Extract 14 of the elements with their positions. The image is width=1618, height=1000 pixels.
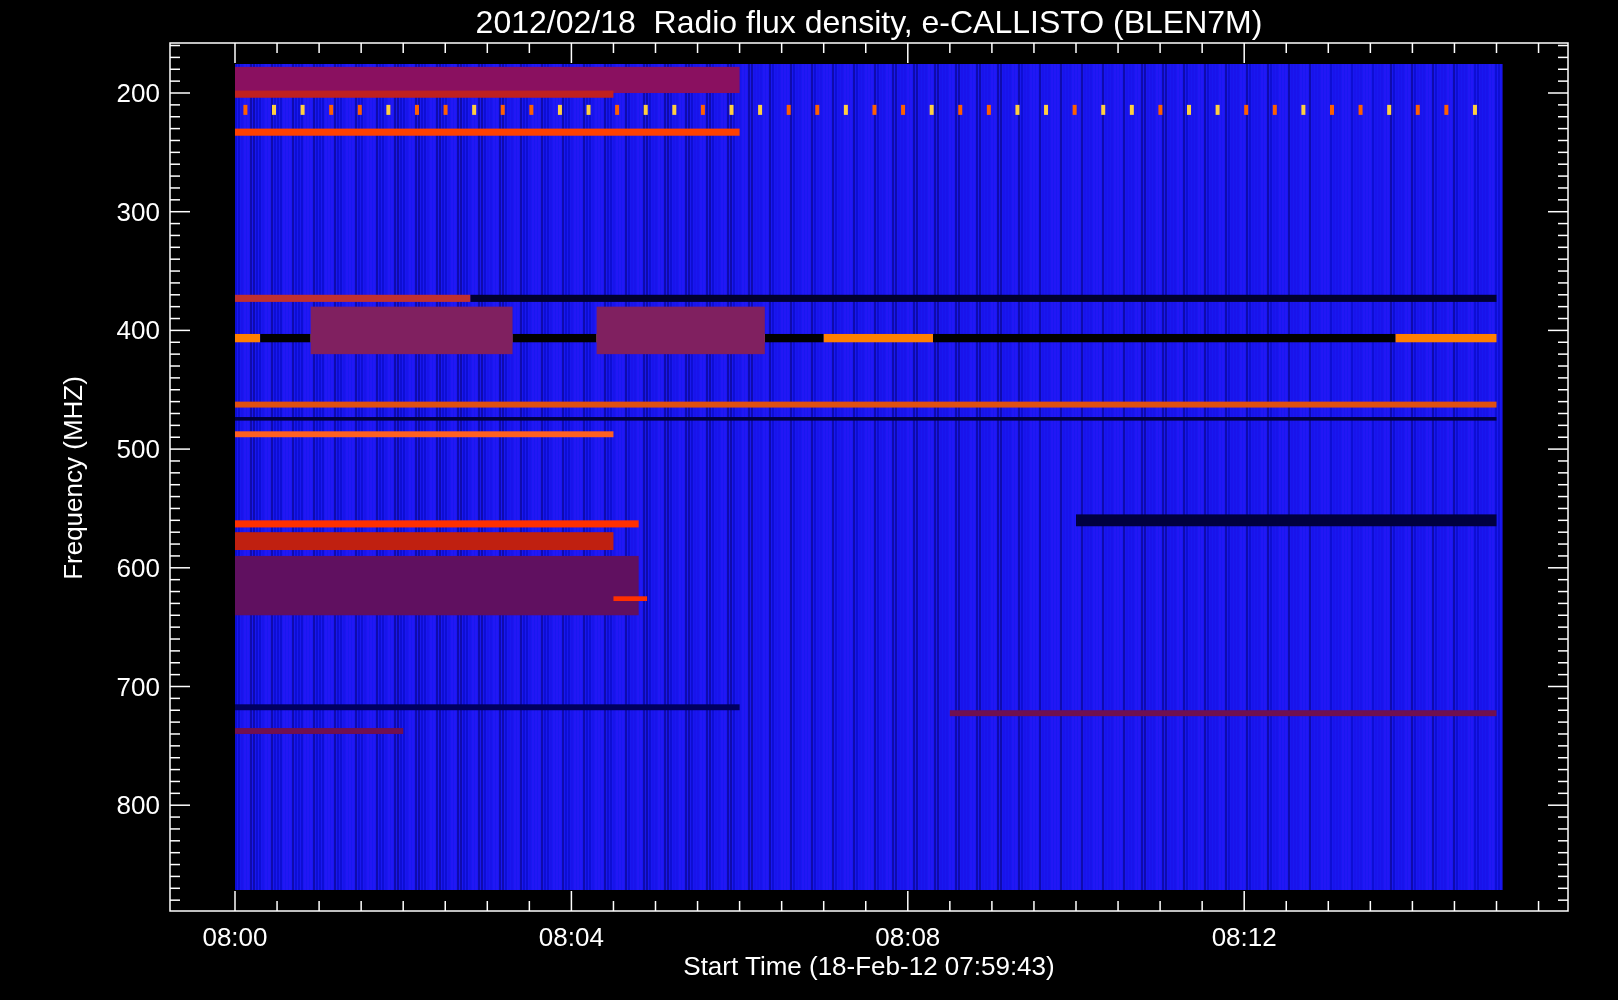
y-tick-label: 200 — [116, 78, 160, 108]
y-tick-label: 400 — [116, 315, 160, 346]
y-tick-label: 600 — [116, 552, 160, 583]
y-tick-label: 800 — [116, 790, 160, 821]
x-tick-label: 08:08 — [875, 922, 941, 952]
y-tick-label: 500 — [116, 434, 160, 465]
y-tick-label: 700 — [116, 671, 160, 702]
x-tick-label: 08:04 — [538, 922, 604, 952]
y-axis-label: Frequency (MHZ) — [58, 376, 88, 580]
x-axis-label: Start Time (18-Feb-12 07:59:43) — [683, 951, 1055, 981]
chart-title: 2012/02/18 Radio flux density, e-CALLISTO (BLEN7M) — [475, 4, 1263, 40]
x-tick-label: 08:00 — [202, 922, 268, 952]
y-tick-label: 300 — [116, 196, 160, 227]
x-tick-label: 08:12 — [1211, 922, 1277, 952]
